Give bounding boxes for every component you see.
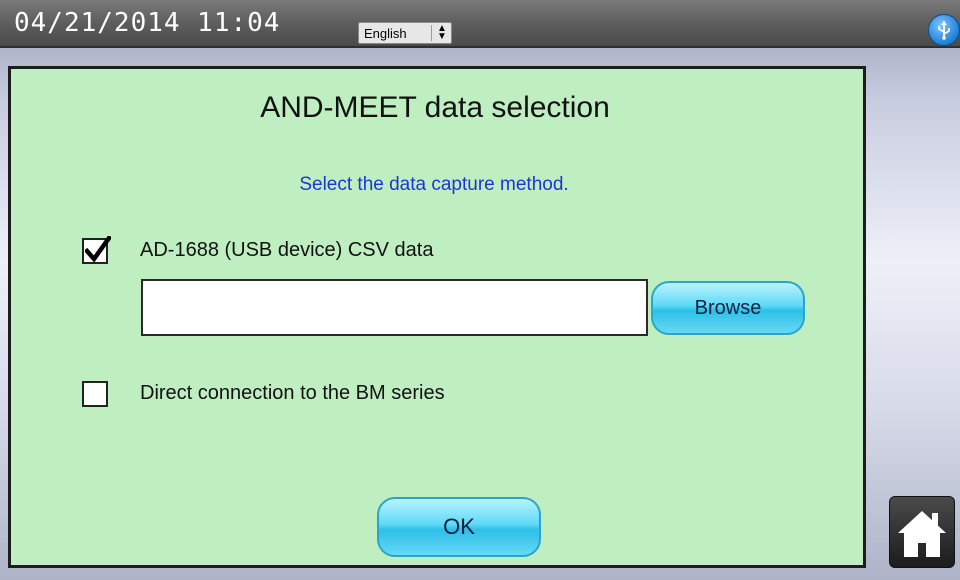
csv-file-path-field[interactable] (141, 279, 648, 336)
language-select[interactable]: English ▲ ▼ (358, 22, 452, 44)
checkmark-icon (85, 236, 111, 263)
ok-button[interactable]: OK (377, 497, 541, 557)
updown-arrows-icon: ▲ ▼ (437, 23, 447, 42)
home-icon (898, 511, 946, 557)
usb-csv-option-label[interactable]: AD-1688 (USB device) CSV data (140, 239, 433, 262)
browse-button[interactable]: Browse (651, 281, 805, 335)
data-selection-dialog: AND-MEET data selection Select the data … (8, 66, 866, 568)
language-select-divider (431, 25, 432, 41)
dialog-title: AND-MEET data selection (260, 91, 610, 124)
dialog-subtitle: Select the data capture method. (299, 174, 569, 195)
home-button[interactable] (889, 496, 955, 568)
bm-series-checkbox[interactable] (82, 381, 108, 407)
bm-series-option-label[interactable]: Direct connection to the BM series (140, 382, 445, 405)
status-bar: 04/21/2014 11:04 English ▲ ▼ (0, 0, 960, 48)
datetime-display: 04/21/2014 11:04 (14, 8, 281, 38)
usb-icon[interactable] (928, 14, 960, 46)
usb-csv-checkbox[interactable] (82, 236, 111, 264)
language-select-value: English (364, 26, 407, 41)
